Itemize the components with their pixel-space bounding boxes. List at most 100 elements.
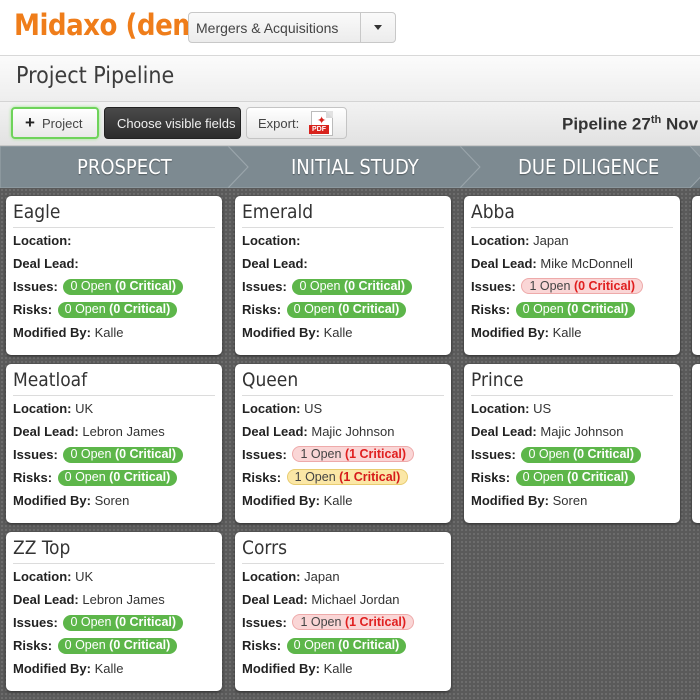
- project-card[interactable]: Queen Location: US Deal Lead: Majic Johnso…: [235, 364, 451, 523]
- title-bar: Project Pipeline: [0, 56, 700, 102]
- add-project-label: Project: [42, 116, 83, 131]
- deal-lead-row: Deal Lead: Majic Johnson: [471, 424, 624, 439]
- modified-by-row: Modified By: Soren: [471, 493, 588, 508]
- status-badge: 0 Open (0 Critical): [286, 302, 407, 318]
- status-badge: 0 Open (0 Critical): [521, 447, 642, 463]
- risks-row: Risks: 0 Open (0 Critical): [242, 638, 407, 655]
- toolbar: + Project Choose visible fields Export: …: [0, 102, 700, 146]
- card-divider: [13, 227, 215, 228]
- card-divider: [471, 395, 673, 396]
- issues-row: Issues: 1 Open (0 Critical): [471, 278, 644, 295]
- location-row: Location:: [13, 233, 72, 248]
- project-card-title[interactable]: ZZ Top: [13, 537, 70, 559]
- location-row: Location: Japan: [471, 233, 569, 248]
- workspace-select-toggle[interactable]: [360, 13, 395, 42]
- export-pdf-button[interactable]: Export: ✦ PDF: [246, 107, 347, 139]
- status-badge: 1 Open (0 Critical): [521, 278, 644, 294]
- project-card[interactable]: Abba Location: Japan Deal Lead: Mike McDon…: [464, 196, 680, 355]
- stage-initial-study[interactable]: INITIAL STUDY: [291, 155, 419, 179]
- status-badge: 0 Open (0 Critical): [286, 638, 407, 654]
- project-card[interactable]: Meatloaf Location: UK Deal Lead: Lebron Ja…: [6, 364, 222, 523]
- pdf-file-icon: ✦ PDF: [309, 111, 333, 136]
- project-card[interactable]: Corrs Location: Japan Deal Lead: Michael J…: [235, 532, 451, 691]
- deal-lead-row: Deal Lead: Michael Jordan: [242, 592, 400, 607]
- location-row: Location: US: [242, 401, 323, 416]
- card-divider: [242, 563, 444, 564]
- deal-lead-row: Deal Lead: Majic Johnson: [242, 424, 395, 439]
- stage-prospect[interactable]: PROSPECT: [77, 155, 172, 179]
- card-divider: [13, 395, 215, 396]
- project-card[interactable]: Emerald Location: Deal Lead: Issues: 0 Op…: [235, 196, 451, 355]
- risks-row: Risks: 0 Open (0 Critical): [13, 470, 178, 487]
- modified-by-row: Modified By: Kalle: [242, 493, 353, 508]
- modified-by-row: Modified By: Kalle: [242, 325, 353, 340]
- issues-row: Issues: 0 Open (0 Critical): [242, 279, 413, 296]
- location-row: Location: UK: [13, 569, 94, 584]
- risks-row: Risks: 0 Open (0 Critical): [13, 302, 178, 319]
- deal-lead-row: Deal Lead: Lebron James: [13, 592, 165, 607]
- location-row: Location: US: [471, 401, 552, 416]
- workspace-select-value: Mergers & Acquisitions: [196, 20, 339, 36]
- add-project-button[interactable]: + Project: [11, 107, 99, 139]
- status-badge: 0 Open (0 Critical): [515, 302, 636, 318]
- issues-row: Issues: 0 Open (0 Critical): [13, 279, 184, 296]
- risks-row: Risks: 0 Open (0 Critical): [471, 470, 636, 487]
- issues-row: Issues: 0 Open (0 Critical): [13, 615, 184, 632]
- status-badge: 0 Open (0 Critical): [63, 447, 184, 463]
- status-badge: 0 Open (0 Critical): [515, 470, 636, 486]
- card-divider: [471, 227, 673, 228]
- project-card-title[interactable]: Meatloaf: [13, 369, 87, 391]
- page-title: Project Pipeline: [16, 63, 175, 89]
- card-partial[interactable]: [692, 196, 700, 355]
- project-card-title[interactable]: Emerald: [242, 201, 313, 223]
- project-card-title[interactable]: Eagle: [13, 201, 60, 223]
- project-card-title[interactable]: Prince: [471, 369, 524, 391]
- card-divider: [13, 563, 215, 564]
- location-row: Location:: [242, 233, 301, 248]
- workspace-select[interactable]: Mergers & Acquisitions: [188, 12, 396, 43]
- risks-row: Risks: 0 Open (0 Critical): [471, 302, 636, 319]
- deal-lead-row: Deal Lead: Lebron James: [13, 424, 165, 439]
- pipeline-date: Pipeline 27th Nov: [562, 114, 699, 134]
- status-badge: 0 Open (0 Critical): [57, 638, 178, 654]
- project-card[interactable]: ZZ Top Location: UK Deal Lead: Lebron Jame…: [6, 532, 222, 691]
- card-divider: [242, 395, 444, 396]
- project-card[interactable]: Prince Location: US Deal Lead: Majic Johns…: [464, 364, 680, 523]
- modified-by-row: Modified By: Kalle: [13, 325, 124, 340]
- modified-by-row: Modified By: Kalle: [471, 325, 582, 340]
- stage-due-diligence[interactable]: DUE DILIGENCE: [518, 155, 659, 179]
- export-label: Export:: [258, 116, 300, 131]
- location-row: Location: Japan: [242, 569, 340, 584]
- issues-row: Issues: 0 Open (0 Critical): [471, 447, 642, 464]
- project-card[interactable]: Eagle Location: Deal Lead: Issues: 0 Open…: [6, 196, 222, 355]
- status-badge: 1 Open (1 Critical): [292, 446, 415, 462]
- status-badge: 0 Open (0 Critical): [63, 615, 184, 631]
- card-partial[interactable]: [692, 364, 700, 523]
- deal-lead-row: Deal Lead:: [242, 256, 308, 271]
- status-badge: 1 Open (1 Critical): [292, 614, 415, 630]
- choose-visible-fields-button[interactable]: Choose visible fields: [104, 107, 241, 139]
- project-card-title[interactable]: Queen: [242, 369, 298, 391]
- location-row: Location: UK: [13, 401, 94, 416]
- status-badge: 0 Open (0 Critical): [292, 279, 413, 295]
- modified-by-row: Modified By: Kalle: [13, 661, 124, 676]
- risks-row: Risks: 1 Open (1 Critical): [242, 469, 409, 486]
- top-bar: Midaxo (demo) Mergers & Acquisitions: [0, 0, 700, 56]
- modified-by-row: Modified By: Kalle: [242, 661, 353, 676]
- status-badge: 0 Open (0 Critical): [57, 302, 178, 318]
- status-badge: 0 Open (0 Critical): [57, 470, 178, 486]
- status-badge: 0 Open (0 Critical): [63, 279, 184, 295]
- deal-lead-row: Deal Lead: Mike McDonnell: [471, 256, 633, 271]
- project-card-title[interactable]: Corrs: [242, 537, 287, 559]
- choose-visible-fields-label: Choose visible fields: [117, 116, 236, 131]
- card-divider: [242, 227, 444, 228]
- deal-lead-row: Deal Lead:: [13, 256, 79, 271]
- risks-row: Risks: 0 Open (0 Critical): [13, 638, 178, 655]
- status-badge: 1 Open (1 Critical): [286, 469, 409, 485]
- stage-header: PROSPECT INITIAL STUDY DUE DILIGENCE: [0, 146, 700, 188]
- project-card-title[interactable]: Abba: [471, 201, 515, 223]
- plus-icon: +: [25, 113, 35, 132]
- modified-by-row: Modified By: Soren: [13, 493, 130, 508]
- issues-row: Issues: 1 Open (1 Critical): [242, 614, 415, 631]
- issues-row: Issues: 1 Open (1 Critical): [242, 446, 415, 463]
